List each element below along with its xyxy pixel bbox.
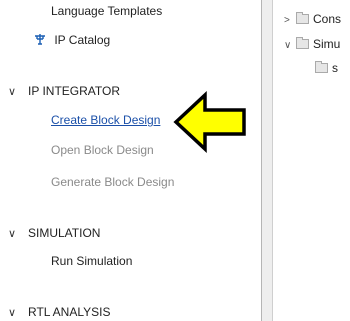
generate-block-design-item[interactable]: Generate Block Design xyxy=(51,175,174,189)
panel-splitter[interactable] xyxy=(262,0,272,321)
tree-item-label: Cons xyxy=(313,12,342,26)
language-templates-label: Language Templates xyxy=(51,4,163,18)
annotation-arrow-icon xyxy=(172,90,248,154)
rtl-analysis-title: RTL ANALYSIS xyxy=(28,305,111,319)
folder-icon xyxy=(315,60,328,73)
simulation-title: SIMULATION xyxy=(28,226,101,240)
simulation-section[interactable]: ∨ SIMULATION xyxy=(8,226,100,240)
chevron-down-icon[interactable]: ∨ xyxy=(8,227,20,240)
sources-tree-panel: > Cons ∨ Simu s xyxy=(273,0,350,321)
folder-icon xyxy=(296,36,309,49)
language-templates-item[interactable]: Language Templates xyxy=(51,4,162,18)
ip-catalog-label: IP Catalog xyxy=(54,33,111,47)
ip-catalog-item[interactable]: IP Catalog xyxy=(34,33,110,48)
rtl-analysis-section[interactable]: ∨ RTL ANALYSIS xyxy=(8,305,110,319)
tree-item-constraints[interactable]: > Cons xyxy=(284,11,342,26)
tree-item-label: s xyxy=(332,61,338,75)
ip-integrator-title: IP INTEGRATOR xyxy=(28,84,121,98)
run-simulation-item[interactable]: Run Simulation xyxy=(51,254,132,268)
chevron-right-icon[interactable]: > xyxy=(284,15,294,26)
chevron-down-icon[interactable]: ∨ xyxy=(8,306,20,319)
chevron-down-icon[interactable]: ∨ xyxy=(8,85,20,98)
chevron-down-icon[interactable]: ∨ xyxy=(284,40,294,51)
tree-item-simulation-sources[interactable]: ∨ Simu xyxy=(284,36,341,51)
folder-icon xyxy=(296,11,309,24)
ip-integrator-section[interactable]: ∨ IP INTEGRATOR xyxy=(8,84,120,98)
flow-navigator-panel: Language Templates IP Catalog ∨ IP INTEGR… xyxy=(0,0,262,321)
tree-item-sim-set[interactable]: s xyxy=(313,60,338,75)
ip-catalog-icon xyxy=(34,33,46,48)
tree-item-label: Simu xyxy=(313,37,341,51)
open-block-design-item[interactable]: Open Block Design xyxy=(51,143,154,157)
create-block-design-link[interactable]: Create Block Design xyxy=(51,113,160,127)
